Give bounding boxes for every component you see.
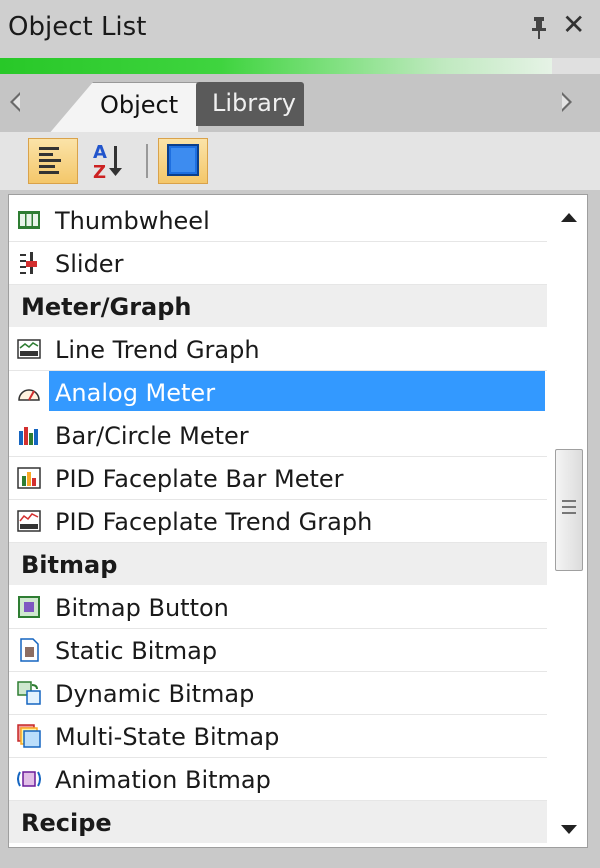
tab-library-label: Library — [212, 89, 296, 117]
list-item-animation-bitmap[interactable]: Animation Bitmap — [9, 758, 547, 801]
multi-state-bitmap-icon — [17, 724, 41, 748]
pid-bar-meter-icon — [17, 467, 41, 489]
progress-fill — [0, 58, 552, 74]
tab-object-label: Object — [100, 91, 179, 119]
close-icon[interactable]: ✕ — [562, 10, 585, 40]
sort-az-button[interactable]: A Z — [86, 138, 136, 184]
pid-trend-graph-icon — [17, 510, 41, 532]
slider-icon — [20, 252, 37, 274]
list-item-label: Line Trend Graph — [55, 336, 260, 364]
category-meter-graph[interactable]: Meter/Graph — [9, 285, 547, 327]
bitmap-button-icon — [18, 596, 40, 618]
toolbar-separator — [146, 144, 148, 178]
list-item-analog-meter[interactable]: Analog Meter — [9, 371, 547, 413]
svg-text:Z: Z — [93, 162, 106, 182]
bar-circle-meter-icon — [19, 427, 38, 445]
toolbar: A Z — [0, 132, 600, 190]
object-list-panel: Object List ✕ Object Library A Z Thumbwh… — [0, 0, 600, 868]
object-list: Thumbwheel Slider Meter/Graph Line Trend — [8, 194, 588, 848]
list-item-pid-trend-graph[interactable]: PID Faceplate Trend Graph — [9, 500, 547, 543]
list-item-label: Dynamic Bitmap — [55, 680, 255, 708]
tab-library[interactable]: Library — [196, 82, 304, 126]
category-label: Bitmap — [21, 551, 118, 579]
list-item-bar-circle-meter[interactable]: Bar/Circle Meter — [9, 414, 547, 457]
scroll-down-icon[interactable] — [561, 825, 577, 834]
category-label: Meter/Graph — [21, 293, 192, 321]
vertical-scrollbar[interactable] — [549, 195, 585, 847]
list-item-label: Bar/Circle Meter — [55, 422, 249, 450]
list-item-label: Analog Meter — [55, 379, 216, 407]
list-item-slider[interactable]: Slider — [9, 242, 547, 285]
categorized-list-icon — [39, 147, 61, 174]
title-bar: Object List ✕ — [0, 0, 600, 58]
category-label: Recipe — [21, 809, 112, 837]
list-item-label: Thumbwheel — [55, 207, 210, 235]
list-item-line-trend-graph[interactable]: Line Trend Graph — [9, 328, 547, 371]
window-title: Object List — [8, 12, 147, 42]
list-item-label: PID Faceplate Trend Graph — [55, 508, 373, 536]
list-item-label: Bitmap Button — [55, 594, 229, 622]
list-item-label: PID Faceplate Bar Meter — [55, 465, 344, 493]
tab-object[interactable]: Object — [48, 82, 198, 135]
view-toggle-button[interactable] — [158, 138, 208, 184]
list-item-dynamic-bitmap[interactable]: Dynamic Bitmap — [9, 672, 547, 715]
list-item-pid-bar-meter[interactable]: PID Faceplate Bar Meter — [9, 457, 547, 500]
categorized-view-button[interactable] — [28, 138, 78, 184]
list-item-label: Static Bitmap — [55, 637, 218, 665]
list-item-label: Animation Bitmap — [55, 766, 271, 794]
line-trend-graph-icon — [17, 339, 41, 359]
scroll-up-icon[interactable] — [561, 213, 577, 222]
tab-strip: Object Library — [0, 74, 600, 135]
list-item-thumbwheel[interactable]: Thumbwheel — [9, 199, 547, 242]
progress-bar — [0, 58, 600, 74]
static-bitmap-icon — [20, 638, 39, 662]
analog-meter-icon — [18, 389, 40, 401]
pin-icon[interactable] — [526, 14, 552, 42]
scroll-right-icon[interactable] — [562, 92, 572, 112]
scrollbar-thumb[interactable] — [555, 449, 583, 571]
panel-bottom — [0, 848, 600, 868]
sort-az-icon: A Z — [93, 142, 122, 183]
category-bitmap[interactable]: Bitmap — [9, 543, 547, 585]
animation-bitmap-icon — [17, 771, 41, 787]
list-item-static-bitmap[interactable]: Static Bitmap — [9, 629, 547, 672]
dynamic-bitmap-icon — [17, 681, 41, 705]
thumbwheel-icon — [18, 211, 40, 229]
list-item-multi-state-bitmap[interactable]: Multi-State Bitmap — [9, 715, 547, 758]
list-item-label: Slider — [55, 250, 124, 278]
svg-text:A: A — [93, 142, 107, 163]
view-toggle-icon — [167, 144, 199, 176]
grip-icon — [562, 500, 576, 502]
scroll-left-icon[interactable] — [10, 92, 20, 112]
category-recipe[interactable]: Recipe — [9, 801, 547, 843]
list-item-bitmap-button[interactable]: Bitmap Button — [9, 586, 547, 629]
list-item-label: Multi-State Bitmap — [55, 723, 280, 751]
